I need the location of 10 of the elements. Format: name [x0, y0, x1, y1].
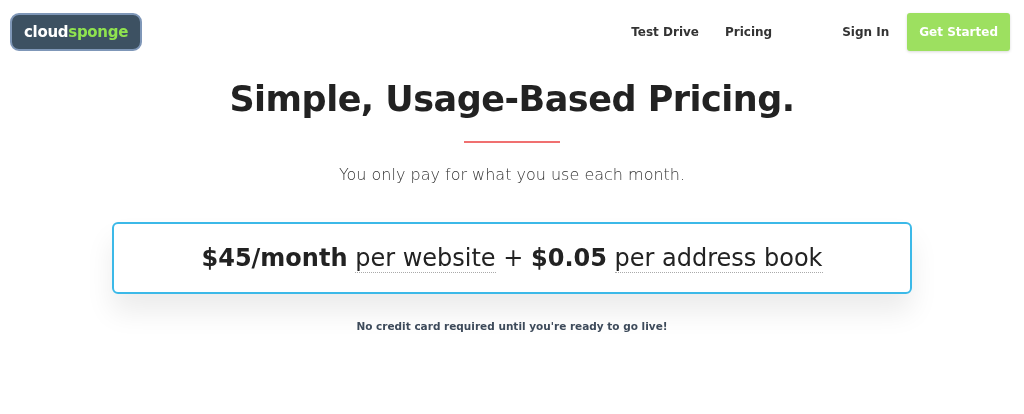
tooltip-term[interactable]: per address book [614, 244, 823, 273]
subtitle: You only pay for what you use each month. [338, 165, 686, 184]
nav-link[interactable]: Pricing [724, 25, 773, 39]
nav-link[interactable]: Test Drive [631, 25, 699, 39]
pricing-formula: $45/month per website + $0.05 per address book [201, 244, 823, 272]
tooltip-term[interactable]: per website [355, 244, 496, 273]
logo[interactable]: cloudsponge [10, 13, 143, 51]
pricing-note: No credit card required until you're ready to go live! [356, 320, 668, 332]
sign-in-link[interactable]: Sign In [842, 25, 890, 39]
page-title: Simple, Usage-Based Pricing. [229, 79, 795, 119]
